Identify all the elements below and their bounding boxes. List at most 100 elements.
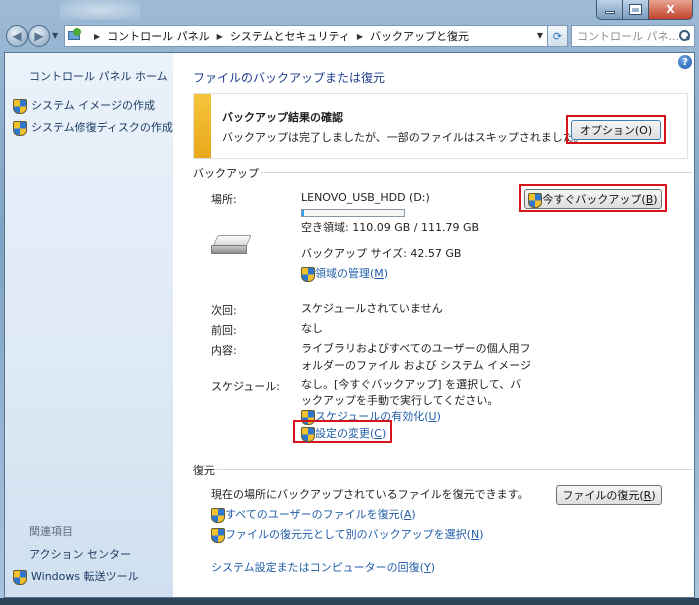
recover-system-accesskey: Y	[423, 560, 431, 574]
backup-section-heading: バックアップ	[193, 167, 259, 180]
close-icon: X	[666, 3, 675, 16]
next-label: 次回:	[211, 304, 237, 317]
restore-all-users-label: すべてのユーザーのファイルを復元(	[225, 508, 404, 521]
restore-description: 現在の場所にバックアップされているファイルを復元できます。	[211, 488, 529, 501]
action-center-link[interactable]: アクション センター	[29, 546, 131, 562]
warning-bar	[194, 94, 211, 158]
sidebar-item-label: システム イメージの作成	[31, 99, 155, 112]
back-arrow-icon: ◀	[12, 29, 22, 43]
create-repair-disc-link[interactable]: システム修復ディスクの作成	[13, 119, 173, 136]
manage-space-accesskey: M	[374, 266, 384, 280]
uac-shield-icon	[13, 569, 27, 585]
back-button[interactable]: ◀	[6, 25, 28, 47]
recover-system-link[interactable]: システム設定またはコンピューターの回復(Y)	[211, 559, 435, 575]
change-settings-accesskey: C	[374, 426, 382, 440]
backup-size-text: バックアップ サイズ: 42.57 GB	[301, 247, 462, 260]
breadcrumb-item[interactable]: システムとセキュリティ	[230, 28, 350, 44]
schedule-line-2: ックアップを手動で実行してください。	[301, 394, 499, 407]
close-button[interactable]: X	[649, 0, 693, 20]
refresh-icon: ⟳	[552, 29, 563, 43]
last-value: なし	[301, 322, 323, 335]
window-controls: X	[596, 0, 693, 20]
free-space-text: 空き領域: 110.09 GB / 111.79 GB	[301, 221, 480, 234]
uac-shield-icon	[301, 426, 315, 442]
uac-shield-icon	[13, 98, 27, 114]
windows-easy-transfer-link[interactable]: Windows 転送ツール	[13, 568, 139, 585]
breadcrumb-chevron-icon[interactable]: ▶	[357, 32, 363, 41]
restore-files-accesskey: R	[643, 488, 652, 502]
recover-system-label: システム設定またはコンピューターの回復(	[211, 561, 424, 574]
help-icon[interactable]: ?	[678, 55, 692, 69]
contents-label: 内容:	[211, 344, 237, 357]
breadcrumb-item[interactable]: バックアップと復元	[370, 28, 469, 44]
restore-all-users-accesskey: A	[403, 507, 412, 521]
section-divider	[261, 172, 693, 173]
control-panel-icon	[67, 28, 83, 44]
window-frame: X ◀ ▶ ▼ ▶ コントロール パネル ▶ システムとセキュリティ ▶ バック…	[0, 0, 699, 605]
uac-shield-icon	[211, 507, 225, 523]
refresh-button[interactable]: ⟳	[548, 25, 568, 47]
forward-button[interactable]: ▶	[28, 25, 50, 47]
notice-text: バックアップは完了しましたが、一部のファイルはスキップされました。	[222, 131, 585, 144]
contents-line-2: ォルダーのファイル および システム イメージ	[301, 359, 531, 372]
sidebar-item-label: システム修復ディスクの作成	[31, 121, 173, 134]
restore-all-users-link[interactable]: すべてのユーザーのファイルを復元(A)	[211, 506, 416, 523]
manage-space-link[interactable]: 領域の管理(M)	[301, 265, 388, 282]
address-bar[interactable]: ▶ コントロール パネル ▶ システムとセキュリティ ▶ バックアップと復元 ▼	[64, 25, 548, 47]
minimize-icon	[604, 11, 615, 14]
recent-pages-dropdown[interactable]: ▼	[52, 31, 58, 40]
sidebar: コントロール パネル ホーム システム イメージの作成 システム修復ディスクの作…	[5, 53, 173, 597]
restore-files-button[interactable]: ファイルの復元(R)	[556, 485, 662, 505]
hard-drive-icon	[211, 231, 253, 261]
uac-shield-icon	[528, 192, 543, 208]
forward-arrow-icon: ▶	[34, 29, 44, 43]
search-input[interactable]: コントロール パネ...	[571, 25, 695, 47]
change-settings-label: 設定の変更(	[315, 427, 375, 440]
uac-shield-icon	[301, 266, 315, 282]
uac-shield-icon	[13, 120, 27, 136]
section-divider	[217, 469, 693, 470]
navigation-bar: ◀ ▶ ▼ ▶ コントロール パネル ▶ システムとセキュリティ ▶ バックアッ…	[4, 24, 695, 48]
disk-usage-meter	[301, 209, 405, 217]
title-bar[interactable]	[60, 0, 140, 20]
schedule-line-1: なし。[今すぐバックアップ] を選択して、バ	[301, 378, 522, 391]
maximize-icon	[629, 4, 642, 15]
page-title: ファイルのバックアップまたは復元	[193, 71, 386, 85]
search-placeholder: コントロール パネ...	[577, 30, 679, 43]
maximize-button[interactable]	[623, 0, 649, 20]
create-system-image-link[interactable]: システム イメージの作成	[13, 97, 155, 114]
select-other-backup-label: ファイルの復元元として別のバックアップを選択(	[225, 528, 471, 541]
restore-section-heading: 復元	[193, 464, 215, 477]
window-bottom-edge	[0, 598, 699, 605]
breadcrumb-chevron-icon[interactable]: ▶	[94, 32, 100, 41]
schedule-label: スケジュール:	[211, 380, 280, 393]
notice-title: バックアップ結果の確認	[222, 111, 343, 124]
client-area: コントロール パネル ホーム システム イメージの作成 システム修復ディスクの作…	[4, 52, 695, 598]
backup-now-accesskey: B	[645, 192, 654, 206]
contents-line-1: ライブラリおよびすべてのユーザーの個人用フ	[301, 342, 531, 355]
change-settings-link[interactable]: 設定の変更(C)	[301, 425, 386, 442]
options-button[interactable]: オプション(O)	[571, 120, 661, 140]
backup-now-label: 今すぐバックアップ(	[542, 193, 646, 206]
address-dropdown-icon[interactable]: ▼	[537, 31, 543, 40]
next-value: スケジュールされていません	[301, 302, 443, 315]
main-content: ? ファイルのバックアップまたは復元 バックアップ結果の確認 バックアップは完了…	[173, 53, 694, 597]
search-icon[interactable]	[679, 30, 690, 41]
select-other-backup-link[interactable]: ファイルの復元元として別のバックアップを選択(N)	[211, 526, 484, 543]
enable-schedule-accesskey: U	[428, 409, 437, 423]
breadcrumb-item[interactable]: コントロール パネル	[107, 28, 210, 44]
sidebar-item-label: Windows 転送ツール	[31, 570, 139, 583]
backup-now-button[interactable]: 今すぐバックアップ(B)	[524, 189, 662, 209]
select-other-backup-accesskey: N	[470, 527, 480, 541]
restore-files-label: ファイルの復元(	[562, 489, 644, 502]
location-label: 場所:	[211, 193, 237, 206]
disk-usage-fill	[302, 210, 304, 216]
breadcrumb-chevron-icon[interactable]: ▶	[217, 32, 223, 41]
minimize-button[interactable]	[596, 0, 623, 20]
location-value: LENOVO_USB_HDD (D:)	[301, 191, 430, 204]
control-panel-home-link[interactable]: コントロール パネル ホーム	[29, 68, 168, 84]
last-label: 前回:	[211, 324, 237, 337]
manage-space-label: 領域の管理(	[315, 267, 375, 280]
related-heading: 関連項目	[29, 525, 73, 538]
uac-shield-icon	[211, 527, 225, 543]
